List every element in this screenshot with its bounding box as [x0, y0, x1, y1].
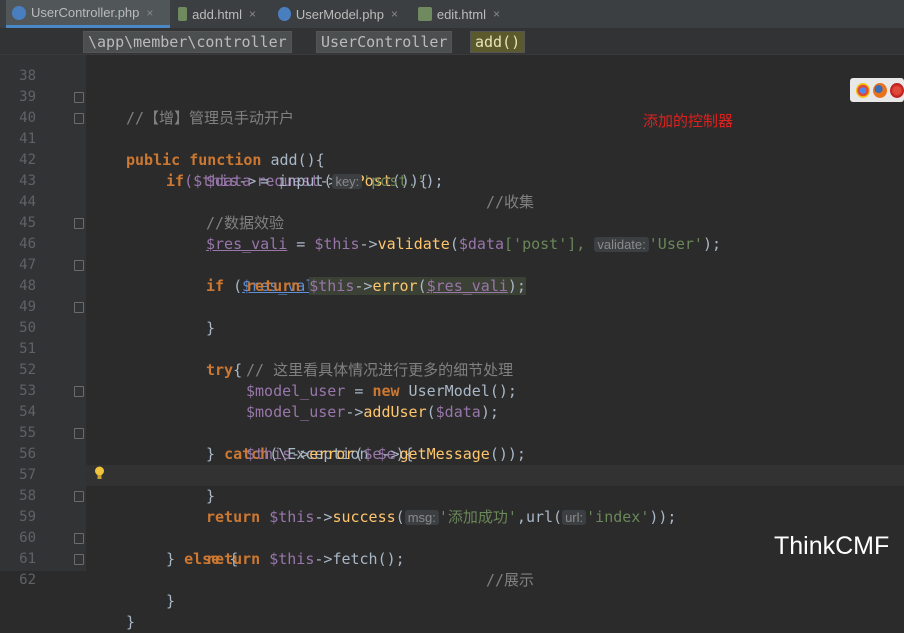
fold-marker-icon[interactable] [74, 428, 84, 439]
fold-marker-icon[interactable] [74, 302, 84, 313]
html-file-icon [418, 7, 432, 21]
comment: //展示 [486, 571, 535, 589]
code-line: 44 //数据效验 [0, 171, 904, 232]
close-icon[interactable]: × [493, 7, 500, 21]
fold-marker-icon[interactable] [74, 113, 84, 124]
code-line: 52 $model_user = new UserModel(); [0, 339, 904, 400]
fold-marker-icon[interactable] [74, 554, 84, 565]
code-line: 46 if ($res_vali !== true) { [0, 213, 904, 295]
tab-usercontroller[interactable]: UserController.php × [6, 0, 170, 28]
code-line: 62 } [0, 549, 904, 631]
tab-label: UserController.php [31, 5, 140, 20]
fold-marker-icon[interactable] [74, 92, 84, 103]
fold-marker-icon[interactable] [74, 218, 84, 229]
code-text: } [126, 613, 136, 631]
code-line: 54 } catch(\Exception $e){ [0, 381, 904, 463]
code-line: 55 $this->error($e->getMessage()); [0, 402, 904, 463]
code-line: 38 [0, 45, 904, 84]
code-line: 42 $data = input(key:'post.'); [0, 129, 904, 190]
html-file-icon [178, 7, 188, 21]
code-line: 50 try{ [0, 297, 904, 379]
code-text: } [166, 592, 176, 610]
code-line: 53 $model_user->addUser($data); [0, 360, 904, 421]
close-icon[interactable]: × [146, 6, 153, 20]
code-line: 40 public function add(){ [0, 87, 904, 169]
code-line: 43 [0, 150, 904, 189]
tab-label: add.html [192, 6, 242, 22]
code-line: 47 return $this->error($res_vali); [0, 234, 904, 295]
close-icon[interactable]: × [391, 7, 398, 21]
code-line: 60 return $this->fetch(); [0, 507, 904, 568]
editor-tab-bar: UserController.php × add.html × UserMode… [0, 0, 904, 29]
tab-edit-html[interactable]: edit.html × [412, 0, 506, 28]
tab-label: UserModel.php [295, 6, 384, 22]
code-line: 45 $res_vali = $this->validate($data['po… [0, 192, 904, 253]
code-line: 51 // 这里看具体情况进行更多的细节处理 [0, 318, 904, 379]
php-file-icon [278, 7, 291, 21]
fold-marker-icon[interactable] [74, 386, 84, 397]
fold-marker-icon[interactable] [74, 533, 84, 544]
code-line: 61 } [0, 528, 904, 610]
fold-marker-icon[interactable] [74, 491, 84, 502]
code-line: 48 } [0, 255, 904, 337]
tab-usermodel[interactable]: UserModel.php × [272, 0, 404, 28]
tab-label: edit.html [436, 6, 486, 22]
code-line: 41 if($this->request->isPost()){ //收集 [0, 108, 904, 211]
code-line: 57 [0, 444, 904, 483]
close-icon[interactable]: × [249, 7, 256, 21]
fold-marker-icon[interactable] [74, 260, 84, 271]
code-line: 56 } [0, 423, 904, 505]
code-line: 58 return $this->success(msg: '添加成功',url(… [0, 465, 904, 526]
php-file-icon [12, 5, 26, 20]
line-number: 62 [19, 572, 36, 588]
code-line: 59 } else { //展示 [0, 486, 904, 589]
code-line: 39 //【增】管理员手动开户 [0, 66, 904, 127]
tab-add-html[interactable]: add.html × [172, 0, 262, 28]
code-line: 49 [0, 276, 904, 315]
